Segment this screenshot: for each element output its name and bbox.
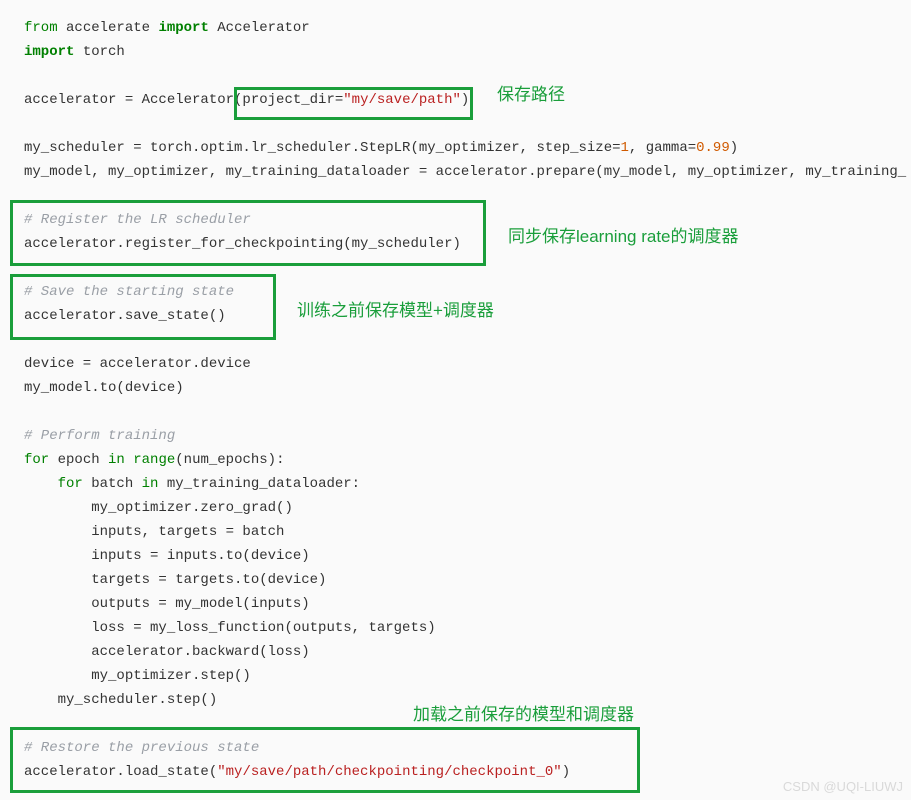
code-text: my_model, my_optimizer, my_training_data… — [24, 164, 906, 180]
kw-builtin: range — [133, 452, 175, 468]
annotation-sync-lr: 同步保存learning rate的调度器 — [508, 222, 739, 247]
code-text: accelerator.save_state() — [24, 308, 226, 324]
code-text: inputs, targets = batch — [24, 524, 284, 540]
kw-from: from — [24, 20, 58, 36]
code-comment: # Register the LR scheduler — [24, 212, 251, 228]
code-text: Accelerator — [209, 20, 310, 36]
code-text: my_training_dataloader: — [158, 476, 360, 492]
code-text: accelerator.load_state( — [24, 764, 217, 780]
code-block: from accelerate import Accelerator impor… — [0, 0, 911, 800]
code-text: my_model.to(device) — [24, 380, 184, 396]
code-string: "my/save/path/checkpointing/checkpoint_0… — [217, 764, 561, 780]
code-text — [125, 452, 133, 468]
code-text: , gamma= — [629, 140, 696, 156]
code-text: torch — [74, 44, 124, 60]
code-comment: # Perform training — [24, 428, 175, 444]
code-text: accelerator.register_for_checkpointing(m… — [24, 236, 461, 252]
code-text: targets = targets.to(device) — [24, 572, 326, 588]
kw-in: in — [108, 452, 125, 468]
code-text: device = accelerator.device — [24, 356, 251, 372]
code-text: ) — [730, 140, 738, 156]
annotation-load: 加载之前保存的模型和调度器 — [413, 700, 634, 725]
code-comment: # Save the starting state — [24, 284, 234, 300]
code-text: my_optimizer.step() — [24, 668, 251, 684]
code-text: ) — [562, 764, 570, 780]
code-text: ) — [461, 92, 469, 108]
code-string: "my/save/path" — [343, 92, 461, 108]
annotation-save-path: 保存路径 — [497, 80, 565, 105]
code-text: epoch — [49, 452, 108, 468]
kw-in: in — [142, 476, 159, 492]
code-text: accelerator.backward(loss) — [24, 644, 310, 660]
watermark-text: CSDN @UQI-LIUWJ — [783, 779, 903, 794]
code-comment: # Restore the previous state — [24, 740, 259, 756]
code-text: accelerator = Accelerator(project_dir= — [24, 92, 343, 108]
kw-for: for — [24, 452, 49, 468]
code-number: 0.99 — [696, 140, 730, 156]
code-number: 1 — [621, 140, 629, 156]
code-text: accelerate — [58, 20, 159, 36]
kw-import: import — [24, 44, 74, 60]
code-text: batch — [83, 476, 142, 492]
annotation-before-train: 训练之前保存模型+调度器 — [297, 296, 494, 321]
code-text: inputs = inputs.to(device) — [24, 548, 310, 564]
kw-for: for — [58, 476, 83, 492]
kw-import: import — [158, 20, 208, 36]
code-text — [24, 476, 58, 492]
code-text: my_scheduler.step() — [24, 692, 217, 708]
code-text: my_scheduler = torch.optim.lr_scheduler.… — [24, 140, 621, 156]
code-text: my_optimizer.zero_grad() — [24, 500, 293, 516]
code-text: loss = my_loss_function(outputs, targets… — [24, 620, 436, 636]
code-text: (num_epochs): — [175, 452, 284, 468]
code-text: outputs = my_model(inputs) — [24, 596, 310, 612]
